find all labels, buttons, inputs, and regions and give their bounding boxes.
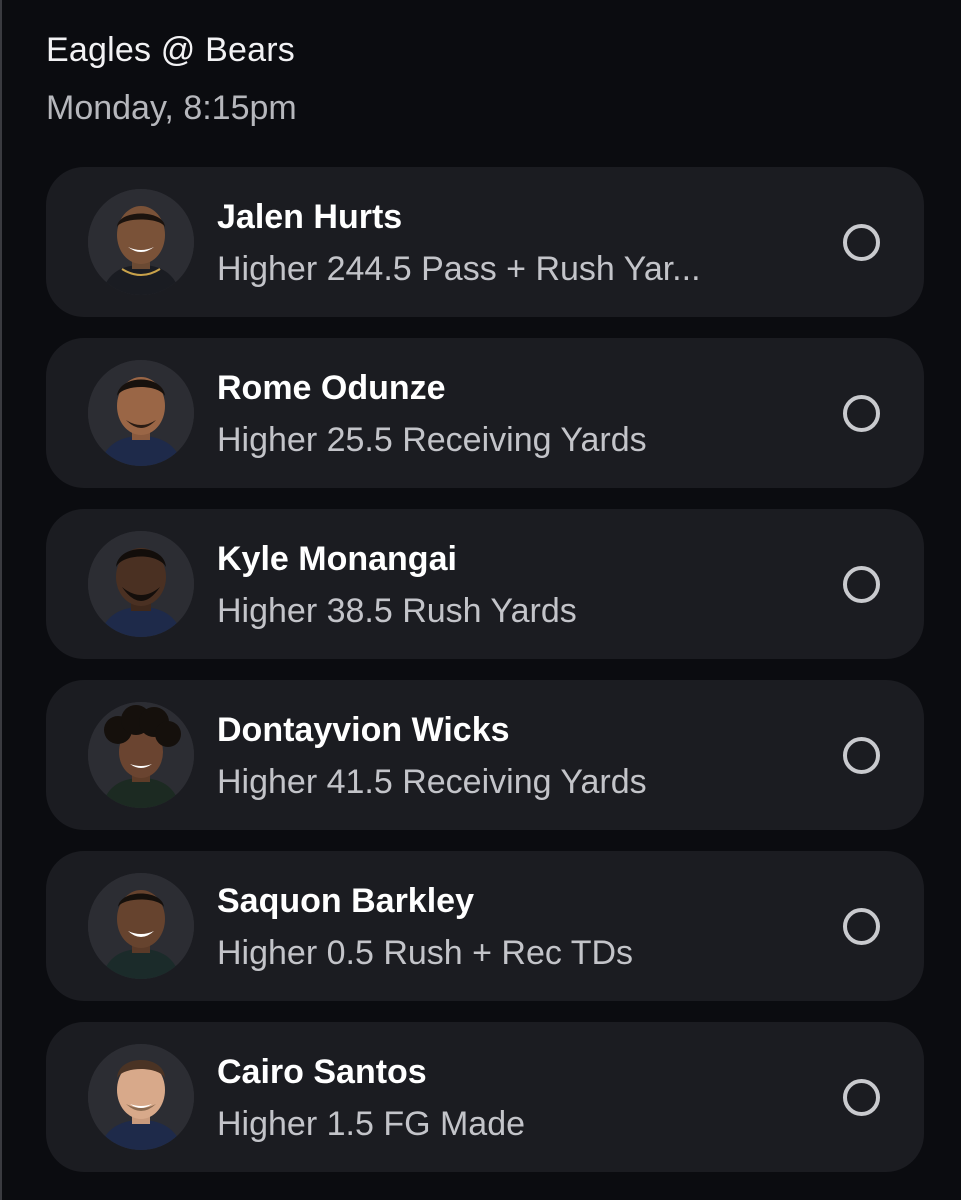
pick-card[interactable]: Dontayvion Wicks Higher 41.5 Receiving Y… <box>46 680 924 830</box>
select-radio[interactable] <box>843 908 880 945</box>
player-avatar <box>88 1044 194 1150</box>
player-name: Saquon Barkley <box>217 882 474 920</box>
pick-card[interactable]: Cairo Santos Higher 1.5 FG Made <box>46 1022 924 1172</box>
pick-line: Higher 25.5 Receiving Yards <box>217 421 647 459</box>
pick-list: Jalen Hurts Higher 244.5 Pass + Rush Yar… <box>46 167 924 1193</box>
player-avatar <box>88 873 194 979</box>
left-divider <box>0 0 2 1200</box>
player-avatar <box>88 702 194 808</box>
pick-line: Higher 244.5 Pass + Rush Yar... <box>217 250 701 288</box>
player-name: Kyle Monangai <box>217 540 457 578</box>
select-radio[interactable] <box>843 737 880 774</box>
player-name: Jalen Hurts <box>217 198 403 236</box>
pick-line: Higher 38.5 Rush Yards <box>217 592 577 630</box>
select-radio[interactable] <box>843 566 880 603</box>
select-radio[interactable] <box>843 1079 880 1116</box>
pick-card[interactable]: Kyle Monangai Higher 38.5 Rush Yards <box>46 509 924 659</box>
pick-card[interactable]: Rome Odunze Higher 25.5 Receiving Yards <box>46 338 924 488</box>
player-name: Dontayvion Wicks <box>217 711 510 749</box>
select-radio[interactable] <box>843 224 880 261</box>
matchup-title: Eagles @ Bears <box>46 31 295 69</box>
player-name: Rome Odunze <box>217 369 446 407</box>
pick-line: Higher 1.5 FG Made <box>217 1105 526 1143</box>
player-avatar <box>88 360 194 466</box>
game-header: Eagles @ Bears Monday, 8:15pm <box>46 28 297 130</box>
pick-line: Higher 41.5 Receiving Yards <box>217 763 647 801</box>
pick-card[interactable]: Saquon Barkley Higher 0.5 Rush + Rec TDs <box>46 851 924 1001</box>
player-avatar <box>88 531 194 637</box>
game-time: Monday, 8:15pm <box>46 89 297 127</box>
select-radio[interactable] <box>843 395 880 432</box>
player-name: Cairo Santos <box>217 1053 427 1091</box>
player-avatar <box>88 189 194 295</box>
pick-card[interactable]: Jalen Hurts Higher 244.5 Pass + Rush Yar… <box>46 167 924 317</box>
pick-line: Higher 0.5 Rush + Rec TDs <box>217 934 634 972</box>
